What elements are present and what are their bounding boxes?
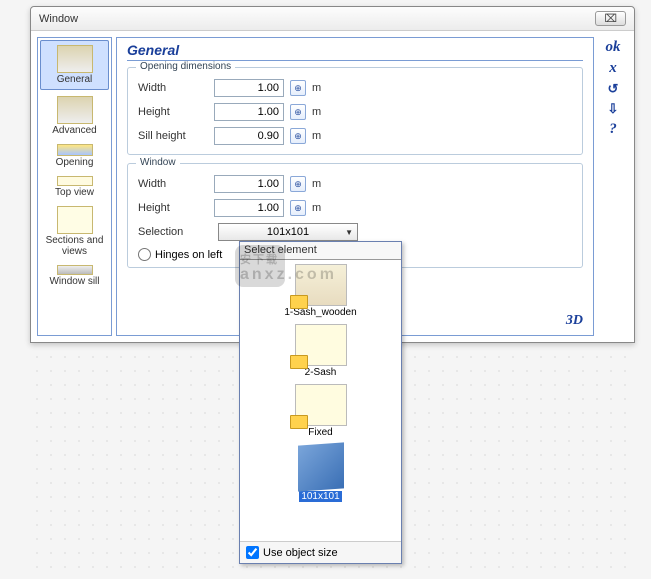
group-title: Opening dimensions xyxy=(136,61,235,72)
spinner-icon[interactable]: ⊕ xyxy=(290,128,306,144)
help-button[interactable]: ? xyxy=(609,121,617,138)
dialog-actions: ok x ↺ ⇩ ? xyxy=(598,37,628,336)
width-label: Width xyxy=(138,178,208,190)
selection-label: Selection xyxy=(138,226,208,238)
opening-icon xyxy=(57,144,93,156)
window-thumb-icon xyxy=(295,264,347,306)
use-object-size-checkbox[interactable] xyxy=(246,546,259,559)
chevron-down-icon: ▼ xyxy=(345,228,353,237)
group-opening-dimensions: Opening dimensions Width ⊕ m Height ⊕ m … xyxy=(127,67,583,155)
dropdown-title: Select element xyxy=(240,242,401,260)
spinner-icon[interactable]: ⊕ xyxy=(290,80,306,96)
height-label: Height xyxy=(138,106,208,118)
spinner-icon[interactable]: ⊕ xyxy=(290,176,306,192)
spinner-icon[interactable]: ⊕ xyxy=(290,104,306,120)
sidebar-item-opening[interactable]: Opening xyxy=(38,140,111,172)
group-title: Window xyxy=(136,157,180,168)
titlebar[interactable]: Window ⌧ xyxy=(31,7,634,31)
sections-icon xyxy=(57,206,93,234)
unit-label: m xyxy=(312,130,328,142)
unit-label: m xyxy=(312,82,328,94)
anchor-icon[interactable]: ⇩ xyxy=(608,101,619,117)
opening-width-input[interactable] xyxy=(214,79,284,97)
window-thumb-icon xyxy=(295,324,347,366)
advanced-icon xyxy=(57,96,93,124)
list-item[interactable]: 2-Sash xyxy=(295,324,347,378)
dropdown-footer: Use object size xyxy=(240,541,401,563)
folder-icon xyxy=(290,415,308,429)
close-button[interactable]: ⌧ xyxy=(595,11,626,26)
hinges-left-label: Hinges on left xyxy=(155,249,222,261)
dropdown-list[interactable]: 1-Sash_wooden 2-Sash Fixed 101x101 xyxy=(240,260,401,541)
list-item[interactable]: 1-Sash_wooden xyxy=(282,264,358,318)
sidebar-item-windowsill[interactable]: Window sill xyxy=(38,261,111,291)
folder-icon xyxy=(290,355,308,369)
window-thumb-icon xyxy=(295,384,347,426)
window-thumb-icon xyxy=(298,442,344,491)
reset-icon[interactable]: ↺ xyxy=(608,81,619,97)
sill-height-input[interactable] xyxy=(214,127,284,145)
sill-icon xyxy=(57,265,93,275)
ok-button[interactable]: ok xyxy=(606,39,621,56)
sidebar-item-advanced[interactable]: Advanced xyxy=(38,92,111,140)
category-sidebar: General Advanced Opening Top view Sectio… xyxy=(37,37,112,336)
window-width-input[interactable] xyxy=(214,175,284,193)
window-height-input[interactable] xyxy=(214,199,284,217)
width-label: Width xyxy=(138,82,208,94)
cancel-button[interactable]: x xyxy=(609,60,617,77)
sidebar-item-topview[interactable]: Top view xyxy=(38,172,111,202)
height-label: Height xyxy=(138,202,208,214)
sidebar-item-general[interactable]: General xyxy=(40,40,109,90)
opening-height-input[interactable] xyxy=(214,103,284,121)
selection-value: 101x101 xyxy=(267,226,309,238)
unit-label: m xyxy=(312,106,328,118)
panel-title: General xyxy=(127,42,583,61)
selection-dropdown: Select element 1-Sash_wooden 2-Sash Fixe… xyxy=(239,241,402,564)
sill-height-label: Sill height xyxy=(138,130,208,142)
window-title: Window xyxy=(39,13,78,25)
list-item[interactable]: 101x101 xyxy=(298,444,344,502)
spinner-icon[interactable]: ⊕ xyxy=(290,200,306,216)
window-icon xyxy=(57,45,93,73)
hinges-left-radio[interactable] xyxy=(138,248,151,261)
unit-label: m xyxy=(312,202,328,214)
3d-button[interactable]: 3D xyxy=(566,313,583,329)
list-item[interactable]: Fixed xyxy=(295,384,347,438)
topview-icon xyxy=(57,176,93,186)
selection-combo[interactable]: 101x101 ▼ xyxy=(218,223,358,241)
sidebar-item-sections[interactable]: Sections and views xyxy=(38,202,111,261)
unit-label: m xyxy=(312,178,328,190)
use-object-size-label: Use object size xyxy=(263,547,338,559)
folder-icon xyxy=(290,295,308,309)
